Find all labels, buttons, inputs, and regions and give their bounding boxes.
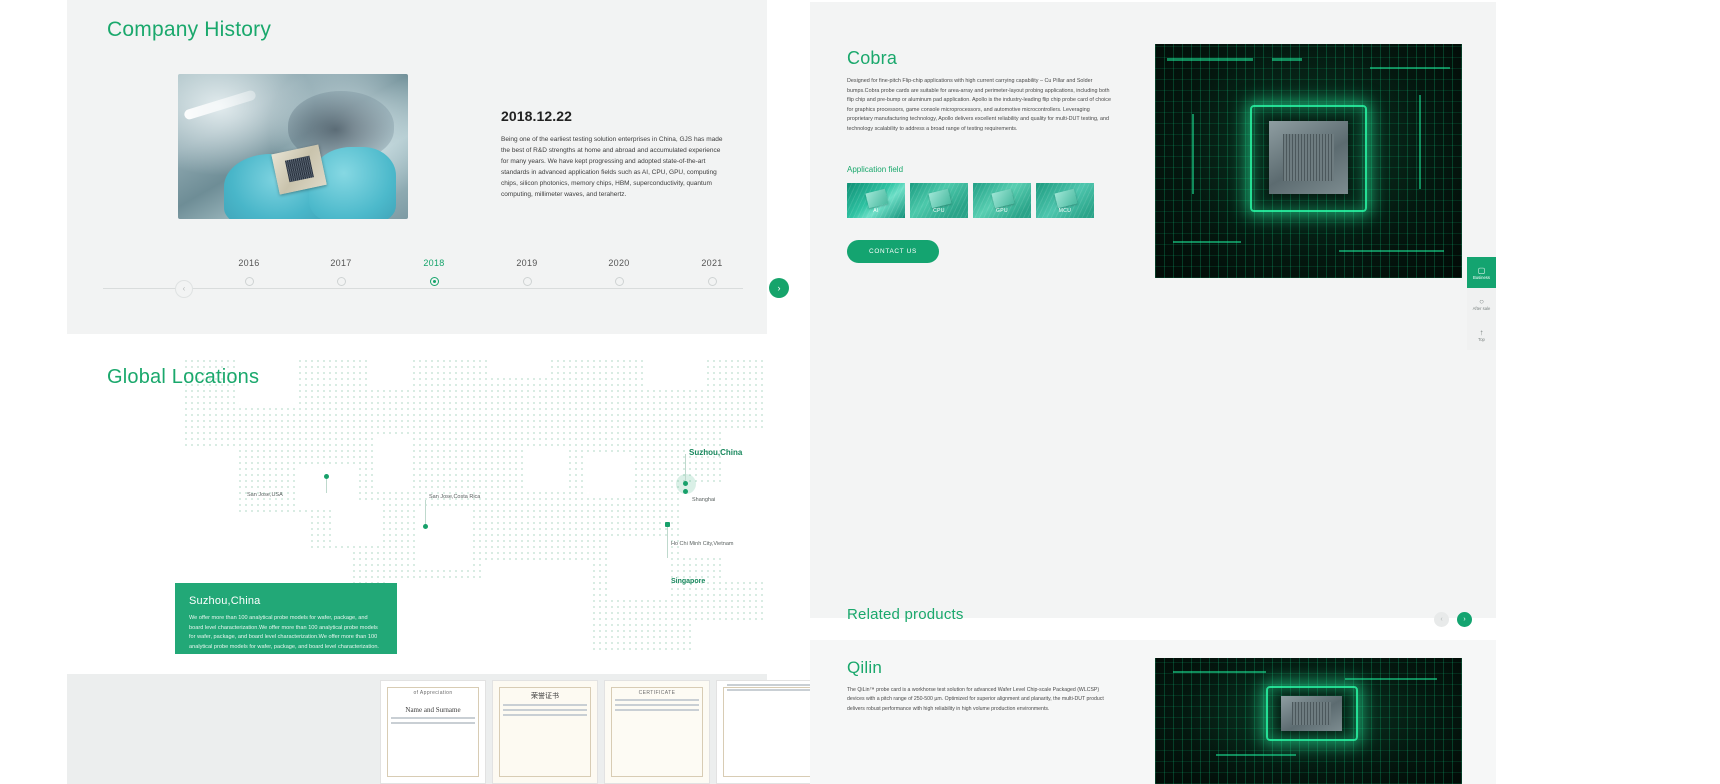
history-timeline[interactable]: 2016 2017 2018 2019 2020 2021 [67, 258, 767, 318]
timeline-dot[interactable] [244, 277, 254, 286]
map-pin-stem [326, 479, 327, 493]
global-locations-section: San Jose,USA San Jose,Costa Rica Suzhou,… [67, 334, 767, 674]
location-card-body: We offer more than 100 analytical probe … [189, 615, 379, 650]
map-pin-stem [685, 454, 686, 481]
side-tab-label: Business [1473, 274, 1490, 280]
application-field-label: Application field [847, 165, 904, 174]
application-field-thumbnails: AI CPU GPU MCU [847, 183, 1094, 218]
timeline-item-2021[interactable]: 2021 [682, 258, 742, 286]
history-text-block: 2018.12.22 Being one of the earliest tes… [501, 108, 729, 200]
map-pin-label: Ho Chi Minh City,Vietnam [671, 541, 734, 547]
timeline-item-2020[interactable]: 2020 [589, 258, 649, 286]
timeline-year: 2016 [238, 258, 260, 268]
page-root: Company History 2018.12.22 Being one of … [0, 0, 1720, 784]
application-thumb-mcu[interactable]: MCU [1036, 183, 1094, 218]
application-thumb-cpu[interactable]: CPU [910, 183, 968, 218]
timeline-item-2017[interactable]: 2017 [311, 258, 371, 286]
cobra-description: Designed for fine-pitch Flip-chip applic… [847, 78, 1111, 132]
certificates-strip: of Appreciation Name and Surname 荣誉证书 CE… [67, 674, 822, 784]
application-thumb-ai[interactable]: AI [847, 183, 905, 218]
side-tab-business[interactable]: ▢ Business [1467, 257, 1496, 288]
map-pin-label: Suzhou,China [689, 448, 743, 457]
history-photo [178, 74, 408, 219]
map-pin-stem [425, 500, 426, 524]
timeline-track [103, 288, 743, 289]
application-thumb-caption: AI [873, 208, 879, 214]
map-pin-label: Singapore [671, 578, 706, 585]
side-tab-label: After sale [1472, 305, 1491, 311]
certificate-thumb[interactable] [716, 680, 822, 784]
floating-side-tabs[interactable]: ▢ Business ○ After sale ↑ Top [1467, 257, 1496, 350]
certificate-thumb[interactable]: 荣誉证书 [492, 680, 598, 784]
location-card-title: Suzhou,China [189, 595, 261, 607]
application-thumb-caption: MCU [1058, 208, 1072, 214]
map-pin-dot [423, 524, 428, 529]
map-pin-label: San Jose,USA [247, 492, 283, 498]
cobra-hero-image [1155, 44, 1462, 278]
qilin-title: Qilin [847, 658, 883, 677]
side-tab-after-sale[interactable]: ○ After sale [1467, 288, 1496, 319]
side-tab-top[interactable]: ↑ Top [1467, 319, 1496, 350]
related-next-button[interactable]: › [1457, 612, 1472, 627]
company-history-title: Company History [107, 18, 272, 41]
side-tab-label: Top [1478, 336, 1485, 342]
timeline-next-button[interactable]: › [769, 278, 789, 298]
certificate-thumb[interactable]: CERTIFICATE [604, 680, 710, 784]
global-locations-title: Global Locations [107, 366, 260, 388]
map-pin-label: San Jose,Costa Rica [429, 494, 481, 500]
service-icon: ○ [1479, 296, 1484, 306]
contact-us-button[interactable]: CONTACT US [847, 240, 939, 263]
history-body: Being one of the earliest testing soluti… [501, 136, 723, 198]
timeline-dot[interactable] [336, 277, 346, 286]
arrow-up-icon: ↑ [1479, 327, 1484, 337]
application-thumb-gpu[interactable]: GPU [973, 183, 1031, 218]
timeline-item-2018[interactable]: 2018 [404, 258, 464, 286]
location-detail-card: Suzhou,China We offer more than 100 anal… [175, 583, 397, 654]
timeline-dot-active[interactable] [429, 277, 439, 286]
related-products-nav[interactable]: ‹ › [1434, 612, 1472, 627]
related-prev-button[interactable]: ‹ [1434, 612, 1449, 627]
company-history-section: Company History 2018.12.22 Being one of … [67, 0, 767, 334]
qilin-product-section: Qilin The QiLin™ probe card is a workhor… [810, 640, 1496, 784]
timeline-dot[interactable] [522, 277, 532, 286]
application-thumb-caption: CPU [933, 208, 945, 214]
timeline-prev-button[interactable]: ‹ [175, 280, 193, 298]
timeline-dot[interactable] [707, 277, 717, 286]
timeline-year: 2019 [516, 258, 538, 268]
timeline-dot[interactable] [614, 277, 624, 286]
qilin-description: The QiLin™ probe card is a workhorse tes… [847, 687, 1104, 712]
chat-icon: ▢ [1477, 265, 1486, 275]
certificate-thumb[interactable]: of Appreciation Name and Surname [380, 680, 486, 784]
cobra-product-section: Cobra Designed for fine-pitch Flip-chip … [810, 2, 1496, 784]
timeline-year: 2018 [423, 258, 445, 268]
map-pin-dot [683, 481, 688, 486]
map-pin-stem [667, 540, 668, 558]
map-pin-dot-secondary [683, 489, 688, 494]
qilin-hero-image [1155, 658, 1462, 784]
timeline-item-2016[interactable]: 2016 [219, 258, 279, 286]
timeline-year: 2020 [608, 258, 630, 268]
timeline-year: 2021 [701, 258, 723, 268]
cobra-title: Cobra [847, 48, 898, 68]
timeline-item-2019[interactable]: 2019 [497, 258, 557, 286]
left-panel: Company History 2018.12.22 Being one of … [67, 0, 822, 784]
application-thumb-caption: GPU [995, 208, 1009, 214]
timeline-year: 2017 [330, 258, 352, 268]
history-date: 2018.12.22 [501, 108, 573, 124]
right-panel: Cobra Designed for fine-pitch Flip-chip … [810, 0, 1720, 784]
map-pin-label-shanghai: Shanghai [692, 497, 716, 503]
related-products-title: Related products [847, 606, 964, 623]
